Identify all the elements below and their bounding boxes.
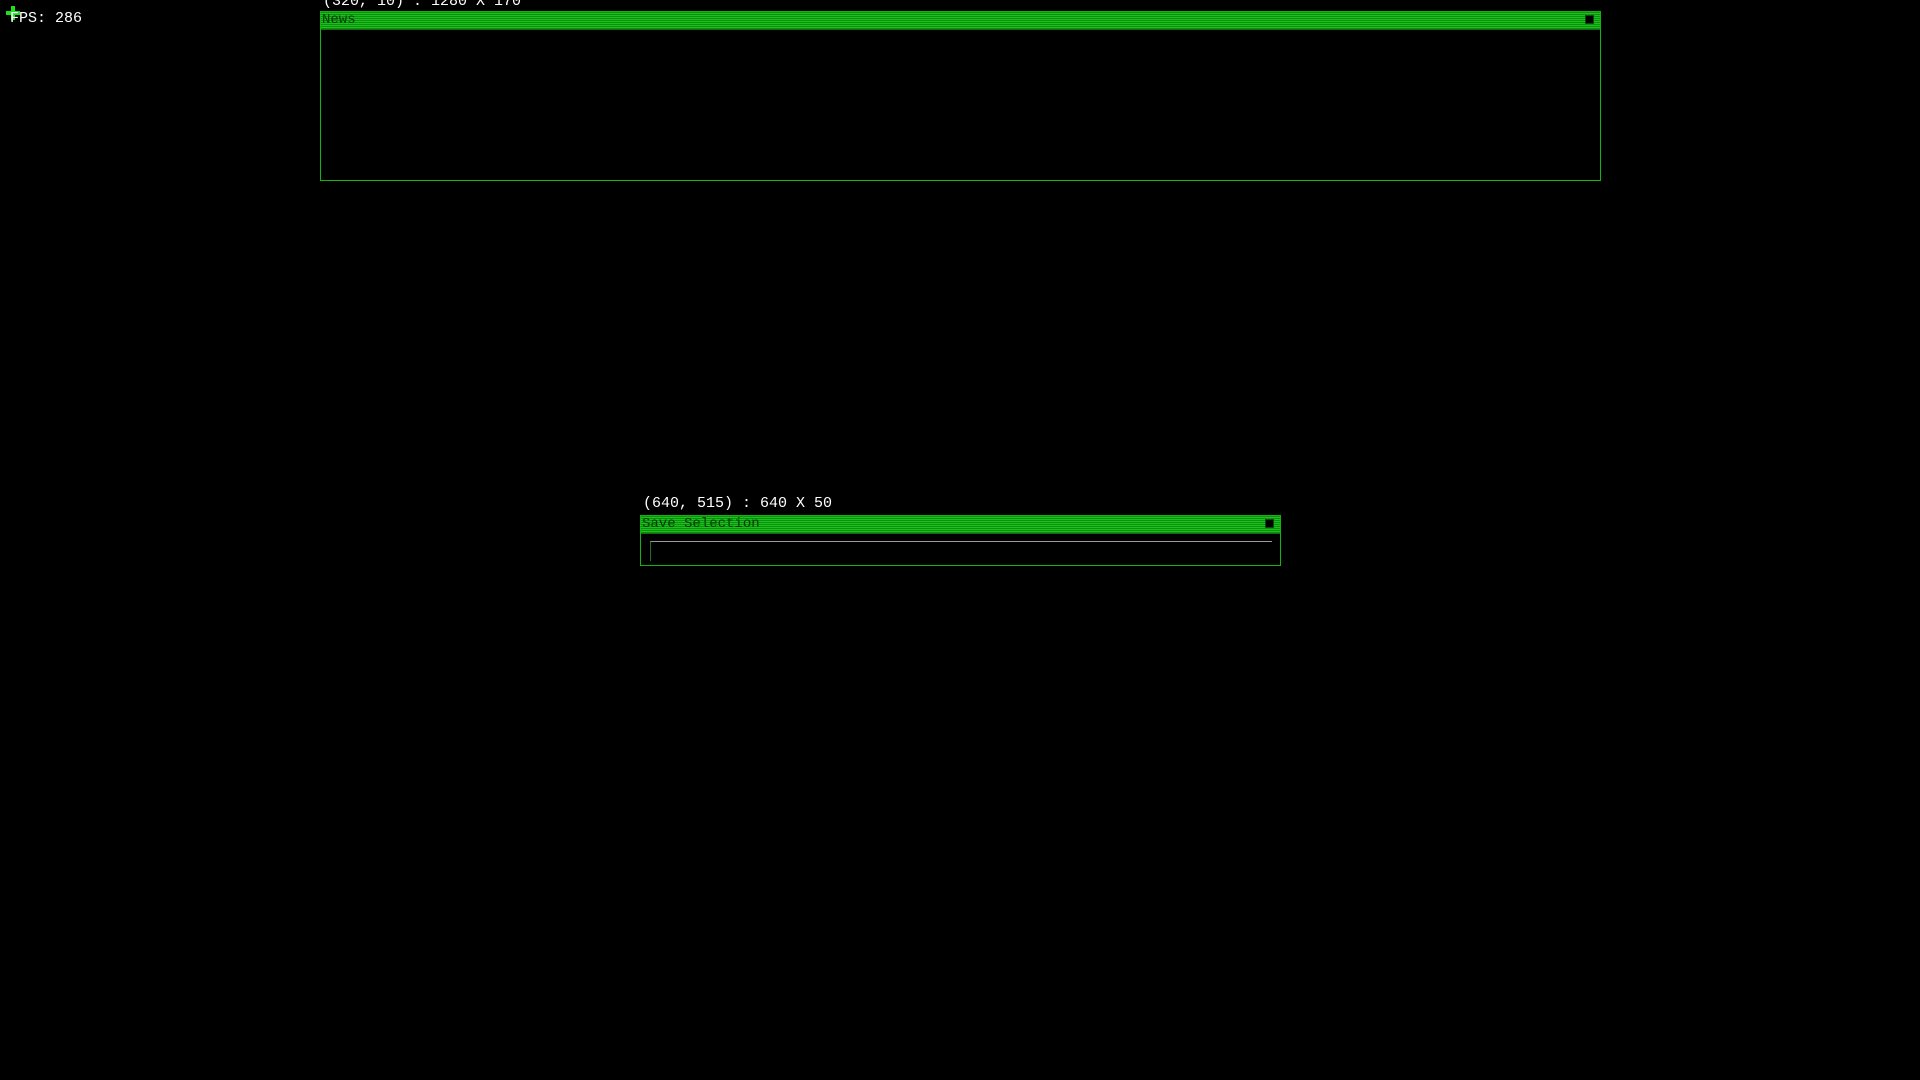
fps-label: FPS: [10,10,47,27]
news-window-titlebar[interactable]: News [321,12,1600,30]
save-name-input[interactable] [650,541,1272,561]
news-window: News [320,11,1601,181]
game-viewport: FPS: 286 (320, 10) : 1280 X 170 News (64… [0,0,1920,1080]
close-square-icon[interactable] [1265,519,1274,528]
close-square-icon[interactable] [1585,15,1594,24]
news-window-content [321,30,1600,180]
fps-counter: FPS: 286 [10,9,82,29]
save-selection-titlebar[interactable]: Save Selection [641,516,1280,534]
news-window-title: News [322,12,356,28]
save-selection-title: Save Selection [642,516,760,532]
save-window-geometry-readout: (640, 515) : 640 X 50 [643,495,833,512]
news-window-geometry-readout: (320, 10) : 1280 X 170 [323,0,522,10]
fps-value: 286 [55,10,83,27]
save-selection-window: Save Selection [640,515,1281,566]
